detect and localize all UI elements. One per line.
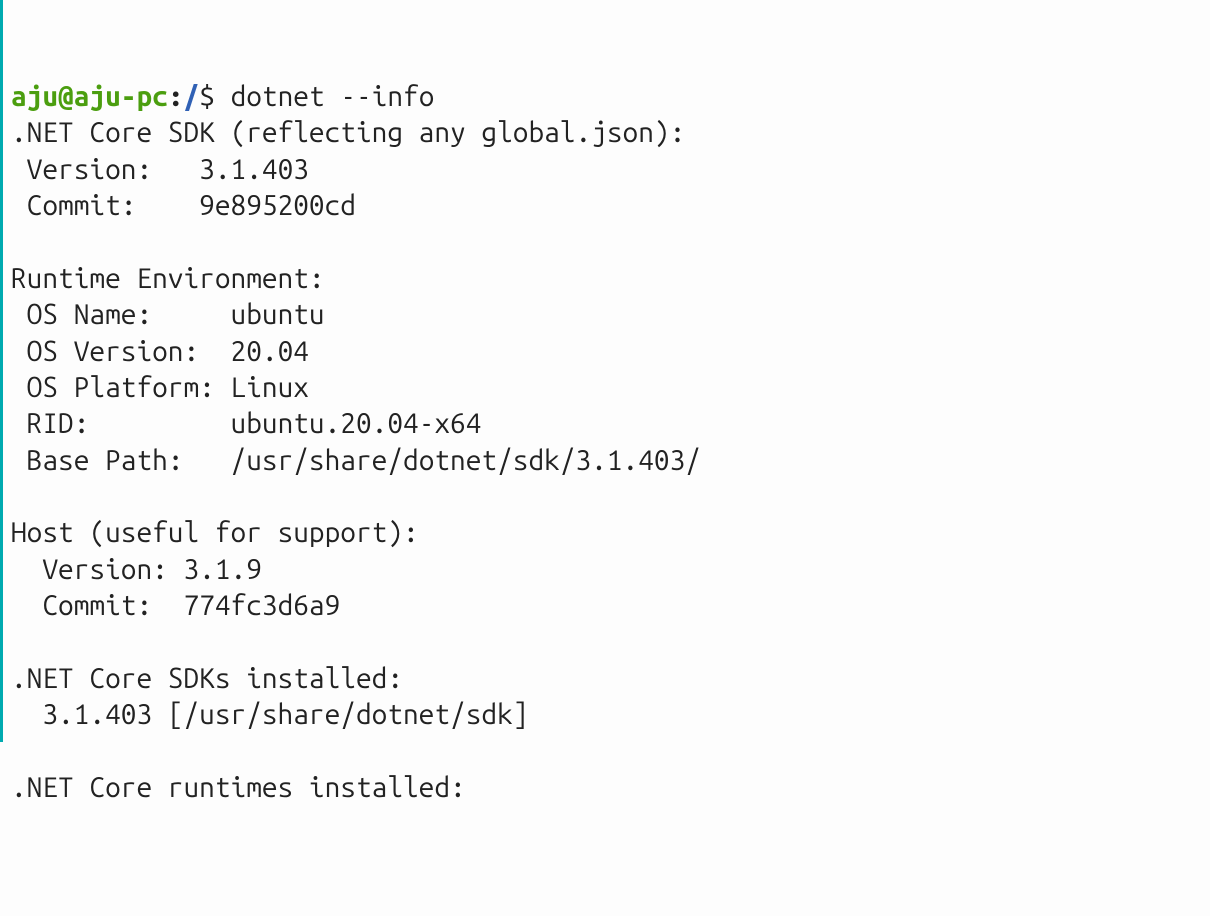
host-version-value: 3.1.9 [183, 554, 261, 585]
runtime-env-header: Runtime Environment: [11, 263, 325, 294]
base-path-label: Base Path: [11, 445, 231, 476]
prompt-line: aju@aju-pc:/$ dotnet --info [11, 81, 434, 112]
sdks-installed-header: .NET Core SDKs installed: [11, 663, 403, 694]
sdk-version-label: Version: [11, 154, 199, 185]
os-name-label: OS Name: [11, 299, 231, 330]
os-platform-value: Linux [231, 372, 309, 403]
prompt-path: / [184, 81, 200, 112]
sdks-installed-line: 3.1.403 [/usr/share/dotnet/sdk] [11, 699, 528, 730]
os-version-value: 20.04 [231, 336, 309, 367]
prompt-separator: : [168, 81, 184, 112]
sdk-version-value: 3.1.403 [199, 154, 309, 185]
sdk-commit-label: Commit: [11, 190, 199, 221]
os-name-value: ubuntu [231, 299, 325, 330]
runtimes-installed-header: .NET Core runtimes installed: [11, 772, 466, 803]
rid-value: ubuntu.20.04-x64 [231, 408, 482, 439]
sdk-header: .NET Core SDK (reflecting any global.jso… [11, 117, 685, 148]
os-version-label: OS Version: [11, 336, 231, 367]
prompt-user-host: aju@aju-pc [11, 81, 168, 112]
os-platform-label: OS Platform: [11, 372, 231, 403]
base-path-value: /usr/share/dotnet/sdk/3.1.403/ [231, 445, 701, 476]
host-header: Host (useful for support): [11, 517, 419, 548]
host-version-label: Version: [11, 554, 183, 585]
host-commit-label: Commit: [11, 590, 183, 621]
prompt-symbol: $ [199, 81, 230, 112]
host-commit-value: 774fc3d6a9 [183, 590, 340, 621]
rid-label: RID: [11, 408, 231, 439]
terminal-output[interactable]: aju@aju-pc:/$ dotnet --info .NET Core SD… [11, 79, 1210, 807]
sdk-commit-value: 9e895200cd [199, 190, 356, 221]
command-text: dotnet --info [231, 81, 435, 112]
